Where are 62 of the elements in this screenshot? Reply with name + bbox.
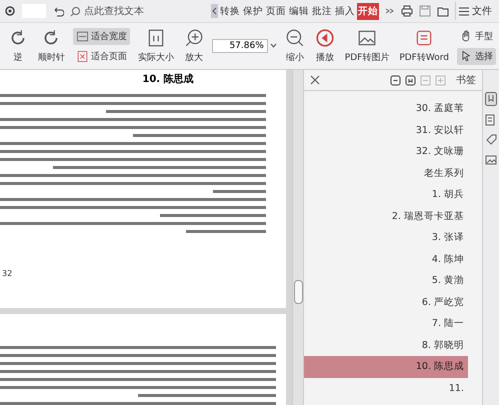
scroll-left-icon[interactable] bbox=[211, 4, 218, 18]
tag-icon[interactable] bbox=[485, 134, 497, 146]
toolbar-button[interactable]: PDF转Word bbox=[397, 26, 451, 66]
page-number: 32 bbox=[1, 269, 14, 280]
play-icon bbox=[314, 28, 335, 48]
bookmark-item[interactable]: 7. 陆一 bbox=[304, 313, 468, 334]
toolbar-button[interactable]: 手型 bbox=[457, 28, 496, 44]
toolbar-button[interactable]: 适合页面 bbox=[72, 48, 130, 64]
menu-tab[interactable]: 保护 bbox=[242, 2, 264, 20]
menu-tab[interactable]: 开始 bbox=[357, 2, 379, 20]
search-icon bbox=[70, 6, 81, 16]
toolbar-button[interactable]: 放大 bbox=[182, 26, 206, 66]
chevron-icon[interactable] bbox=[385, 6, 395, 16]
bookmark-item[interactable]: 2. 瑞恩哥卡亚基 bbox=[304, 206, 468, 227]
toolbar-button[interactable]: 逆 bbox=[6, 26, 30, 66]
picture-icon bbox=[357, 28, 378, 48]
bookmark-item[interactable]: 5. 黄渤 bbox=[304, 270, 468, 292]
zoom-in-icon bbox=[184, 28, 204, 48]
page-heading: 10. 陈思成 bbox=[141, 72, 195, 87]
folder-icon[interactable] bbox=[437, 5, 449, 17]
bookmark-item[interactable]: 4. 陈坤 bbox=[304, 248, 468, 270]
bookmark-item[interactable]: 1. 胡兵 bbox=[304, 184, 468, 206]
toolbar-button[interactable]: PDF转图片 bbox=[342, 26, 392, 66]
zoom-field[interactable]: 57.86% bbox=[212, 39, 268, 53]
toolbar-button[interactable]: 实际大小 bbox=[136, 26, 176, 66]
menu-tab[interactable]: 编辑 bbox=[288, 2, 310, 20]
bookmark-item[interactable]: 10. 陈思成 bbox=[304, 356, 468, 378]
fit-page-icon bbox=[76, 50, 89, 62]
bookmark-item[interactable]: 32. 文咏珊 bbox=[304, 141, 468, 162]
close-icon[interactable] bbox=[310, 75, 320, 85]
scrollbar[interactable] bbox=[292, 70, 303, 405]
toolbar-button[interactable]: 缩小 bbox=[282, 26, 307, 66]
bookmark-panel-icon[interactable] bbox=[485, 92, 497, 106]
file-menu-button[interactable]: 文件 bbox=[455, 2, 495, 20]
menu-tab[interactable]: 批注 bbox=[311, 2, 333, 20]
zoom-out-icon bbox=[284, 28, 305, 48]
toolbar-button[interactable]: 适合宽度 bbox=[72, 28, 130, 44]
bookmark-item[interactable]: 30. 孟庭苇 bbox=[304, 98, 468, 120]
bookmark-item[interactable]: 3. 张译 bbox=[304, 227, 468, 248]
bookmark-item[interactable]: 11. bbox=[304, 378, 468, 399]
menu-tab[interactable]: 转换 bbox=[219, 2, 241, 20]
toolbar-button[interactable]: 播放 bbox=[312, 26, 337, 66]
panel-title: 书签 bbox=[456, 74, 476, 87]
bookmark-item[interactable]: 8. 郭晓明 bbox=[304, 334, 468, 356]
settings-icon[interactable] bbox=[4, 5, 16, 17]
collapse-icon[interactable] bbox=[390, 74, 401, 86]
menu-tab[interactable]: 插入 bbox=[334, 2, 356, 20]
cursor-icon bbox=[460, 50, 473, 62]
fit-width-icon bbox=[76, 30, 89, 42]
bookmark-item[interactable]: 31. 安以轩 bbox=[304, 120, 468, 141]
bookmark-item[interactable]: 老生系列 bbox=[304, 162, 468, 184]
menu-icon bbox=[459, 6, 469, 16]
toolbar-button[interactable]: 选择 bbox=[457, 48, 496, 64]
undo-icon[interactable] bbox=[52, 5, 64, 17]
print-icon[interactable] bbox=[401, 5, 413, 17]
toolbar-button[interactable]: 顺时针 bbox=[36, 26, 67, 66]
expand-icon[interactable] bbox=[405, 74, 416, 86]
picture-icon[interactable] bbox=[485, 154, 497, 166]
bookmark-item[interactable]: 6. 严屹宽 bbox=[304, 292, 468, 313]
thumbnail-icon[interactable] bbox=[485, 114, 497, 126]
menu-tab[interactable]: 页面 bbox=[265, 2, 287, 20]
dropdown-icon[interactable] bbox=[270, 43, 277, 49]
